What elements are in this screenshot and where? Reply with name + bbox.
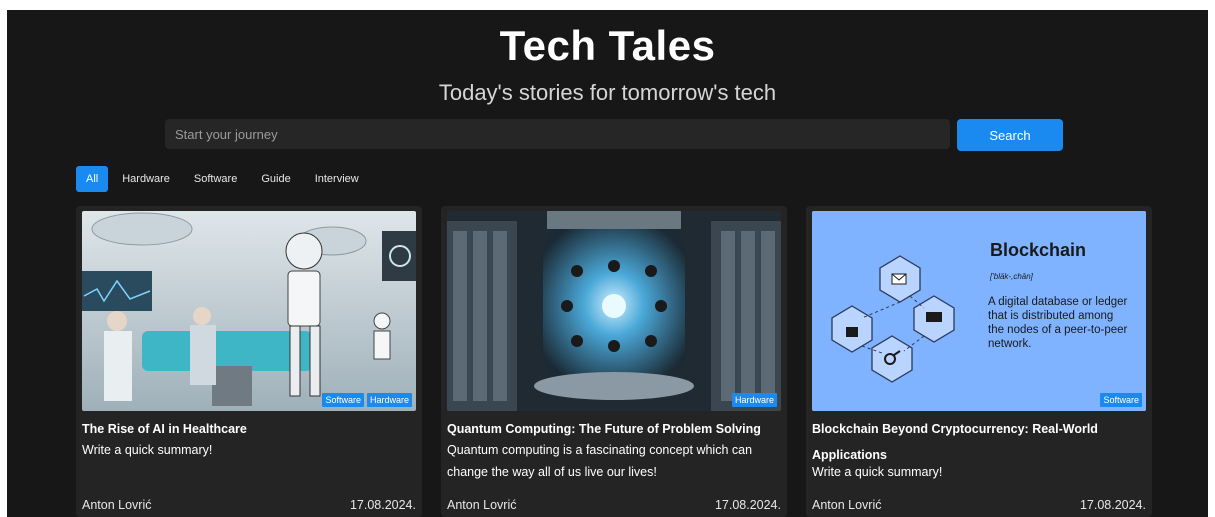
post-summary: Write a quick summary! [812, 465, 943, 479]
filter-guide[interactable]: Guide [251, 166, 300, 192]
post-thumbnail[interactable]: Blockchain ['bläk-,chān] A digital datab… [812, 211, 1146, 411]
tag-list: Software [1100, 393, 1142, 407]
post-thumbnail[interactable]: Software Hardware [82, 211, 416, 411]
post-card[interactable]: Hardware Quantum Computing: The Future o… [441, 206, 787, 517]
post-date: 17.08.2024. [1079, 498, 1146, 512]
post-date: 17.08.2024. [349, 498, 416, 512]
tag-badge: Hardware [731, 393, 777, 407]
tag-badge: Hardware [366, 393, 412, 407]
blockchain-pronunciation: ['bläk-,chān] [989, 272, 1034, 281]
ai-healthcare-image [82, 211, 416, 411]
tag-list: Hardware [731, 393, 777, 407]
blockchain-definition: A digital database or ledger that is dis… [988, 296, 1128, 350]
post-card[interactable]: Blockchain ['bläk-,chān] A digital datab… [806, 206, 1152, 517]
filter-hardware[interactable]: Hardware [112, 166, 180, 192]
post-date: 17.08.2024. [714, 498, 781, 512]
filter-interview[interactable]: Interview [305, 166, 369, 192]
quantum-computer-image [447, 211, 781, 411]
post-card[interactable]: Software Hardware The Rise of AI in Heal… [76, 206, 422, 517]
post-author: Anton Lovrić [447, 498, 517, 512]
filter-software[interactable]: Software [184, 166, 247, 192]
blockchain-heading: Blockchain [990, 240, 1086, 260]
post-author: Anton Lovrić [82, 498, 152, 512]
post-author: Anton Lovrić [812, 498, 882, 512]
page: Tech Tales Today's stories for tomorrow'… [7, 10, 1208, 517]
search-input[interactable] [165, 119, 950, 149]
tag-list: Software Hardware [322, 393, 412, 407]
site-title: Tech Tales [499, 22, 716, 69]
category-filters: All Hardware Software Guide Interview [76, 166, 369, 192]
filter-all[interactable]: All [76, 166, 109, 192]
search-button[interactable]: Search [957, 119, 1063, 151]
tag-badge: Software [322, 393, 364, 407]
site-subtitle: Today's stories for tomorrow's tech [438, 80, 777, 105]
post-thumbnail[interactable]: Hardware [447, 211, 781, 411]
post-summary: Write a quick summary! [82, 443, 213, 457]
post-summary: Quantum computing is a fascinating conce… [447, 443, 753, 479]
tag-badge: Software [1100, 393, 1142, 407]
